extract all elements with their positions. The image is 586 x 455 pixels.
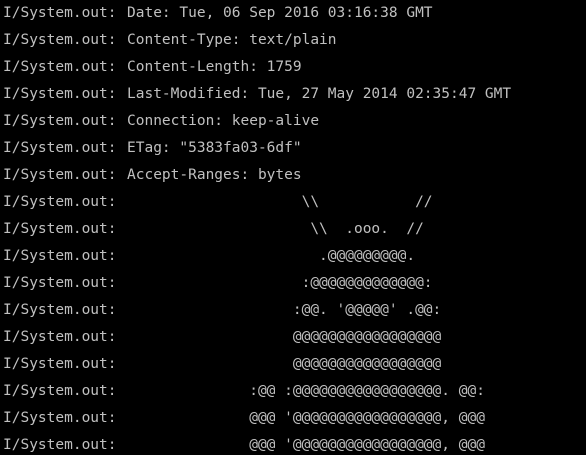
log-tag: I/System.out:	[3, 410, 117, 426]
log-message: Content-Length: 1759	[127, 59, 302, 75]
log-tag: I/System.out:	[3, 383, 117, 399]
log-tag: I/System.out:	[3, 5, 117, 21]
log-line: I/System.out: .@@@@@@@@@.	[3, 243, 586, 270]
log-message: Accept-Ranges: bytes	[127, 167, 302, 183]
log-message: @@@@@@@@@@@@@@@@@	[127, 356, 442, 372]
log-message: @@@@@@@@@@@@@@@@@	[127, 329, 442, 345]
console-output: I/System.out: Date: Tue, 06 Sep 2016 03:1…	[3, 0, 586, 455]
log-line: I/System.out: :@@. '@@@@@' .@@:	[3, 297, 586, 324]
log-tag: I/System.out:	[3, 221, 117, 237]
log-line: I/System.out: Date: Tue, 06 Sep 2016 03:1…	[3, 0, 586, 27]
log-message: Content-Type: text/plain	[127, 32, 337, 48]
log-line: I/System.out: @@@ '@@@@@@@@@@@@@@@@@, @@…	[3, 432, 586, 455]
log-line: I/System.out: \\ .ooo. //	[3, 216, 586, 243]
log-line: I/System.out: :@@@@@@@@@@@@@:	[3, 270, 586, 297]
log-tag: I/System.out:	[3, 302, 117, 318]
log-message: @@@ '@@@@@@@@@@@@@@@@@, @@@	[127, 437, 485, 453]
log-tag: I/System.out:	[3, 140, 117, 156]
log-tag: I/System.out:	[3, 248, 117, 264]
log-line: I/System.out: Connection: keep-alive	[3, 108, 586, 135]
log-message: Date: Tue, 06 Sep 2016 03:16:38 GMT	[127, 5, 433, 21]
log-tag: I/System.out:	[3, 437, 117, 453]
log-message: \\ //	[127, 194, 433, 210]
log-message: :@@@@@@@@@@@@@:	[127, 275, 433, 291]
log-tag: I/System.out:	[3, 194, 117, 210]
log-line: I/System.out: \\ //	[3, 189, 586, 216]
log-message: @@@ '@@@@@@@@@@@@@@@@@, @@@	[127, 410, 485, 426]
log-message: ETag: "5383fa03-6df"	[127, 140, 302, 156]
log-line: I/System.out: Last-Modified: Tue, 27 May …	[3, 81, 586, 108]
log-tag: I/System.out:	[3, 32, 117, 48]
log-line: I/System.out: Content-Length: 1759	[3, 54, 586, 81]
log-message: :@@ :@@@@@@@@@@@@@@@@@. @@:	[127, 383, 485, 399]
log-line: I/System.out: Accept-Ranges: bytes	[3, 162, 586, 189]
log-line: I/System.out: @@@ '@@@@@@@@@@@@@@@@@, @@…	[3, 405, 586, 432]
log-line: I/System.out: Content-Type: text/plain	[3, 27, 586, 54]
log-message: \\ .ooo. //	[127, 221, 424, 237]
log-line: I/System.out: ETag: "5383fa03-6df"	[3, 135, 586, 162]
log-tag: I/System.out:	[3, 86, 117, 102]
log-tag: I/System.out:	[3, 167, 117, 183]
log-tag: I/System.out:	[3, 329, 117, 345]
log-tag: I/System.out:	[3, 113, 117, 129]
log-tag: I/System.out:	[3, 59, 117, 75]
log-tag: I/System.out:	[3, 275, 117, 291]
log-tag: I/System.out:	[3, 356, 117, 372]
log-message: Connection: keep-alive	[127, 113, 320, 129]
log-line: I/System.out: :@@ :@@@@@@@@@@@@@@@@@. @@…	[3, 378, 586, 405]
log-line: I/System.out: @@@@@@@@@@@@@@@@@	[3, 351, 586, 378]
log-message: Last-Modified: Tue, 27 May 2014 02:35:47…	[127, 86, 512, 102]
log-message: .@@@@@@@@@.	[127, 248, 416, 264]
log-line: I/System.out: @@@@@@@@@@@@@@@@@	[3, 324, 586, 351]
log-message: :@@. '@@@@@' .@@:	[127, 302, 442, 318]
